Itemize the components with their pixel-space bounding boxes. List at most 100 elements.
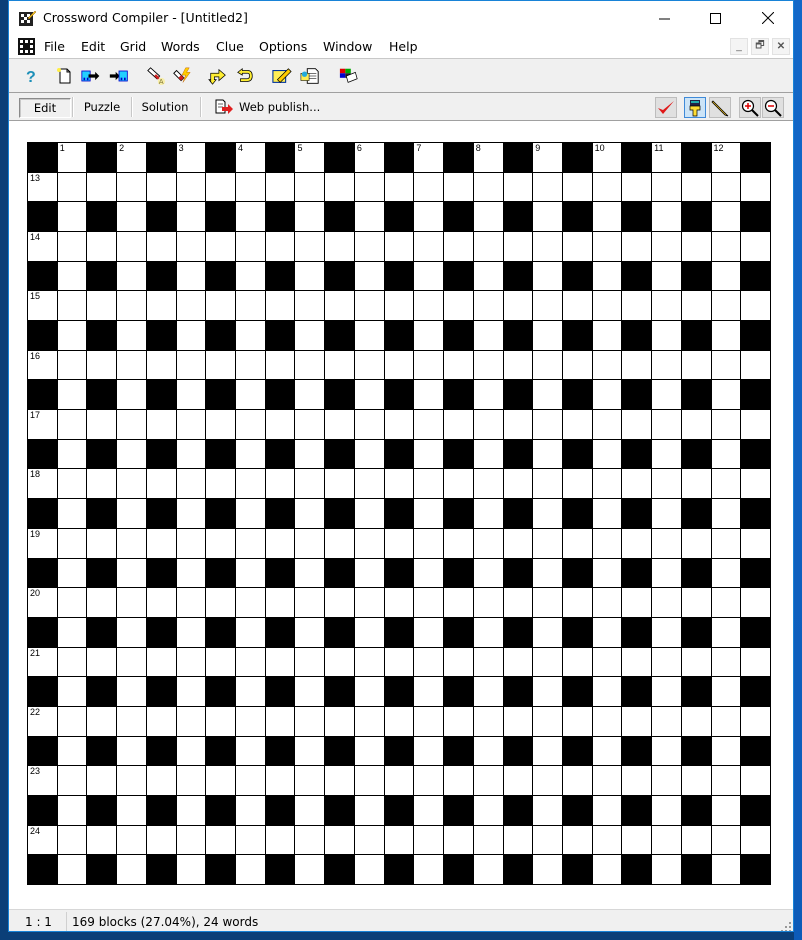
grid-block-cell[interactable] bbox=[325, 439, 354, 469]
grid-cell[interactable]: 18 bbox=[28, 469, 57, 499]
grid-cell[interactable] bbox=[652, 380, 681, 410]
grid-cell[interactable] bbox=[473, 558, 503, 588]
grid-cell[interactable] bbox=[354, 528, 384, 558]
grid-cell[interactable] bbox=[711, 499, 741, 528]
grid-cell[interactable] bbox=[533, 321, 562, 350]
grid-cell[interactable] bbox=[503, 588, 533, 617]
fill-mode-button[interactable] bbox=[684, 97, 706, 118]
grid-cell[interactable] bbox=[384, 766, 414, 795]
grid-cell[interactable] bbox=[57, 410, 87, 439]
grid-cell[interactable] bbox=[592, 202, 622, 232]
grid-block-cell[interactable] bbox=[562, 795, 592, 825]
grid-block-cell[interactable] bbox=[444, 558, 473, 588]
grid-block-cell[interactable] bbox=[206, 321, 236, 350]
grid-block-cell[interactable] bbox=[206, 558, 236, 588]
color-icon[interactable] bbox=[339, 67, 359, 85]
grid-cell[interactable] bbox=[206, 172, 236, 202]
grid-cell[interactable] bbox=[354, 291, 384, 321]
grid-block-cell[interactable] bbox=[384, 677, 414, 706]
grid-cell[interactable] bbox=[117, 558, 146, 588]
grid-cell[interactable] bbox=[57, 825, 87, 855]
grid-cell[interactable] bbox=[681, 706, 711, 736]
grid-cell[interactable] bbox=[206, 291, 236, 321]
grid-cell[interactable] bbox=[146, 350, 176, 380]
grid-cell[interactable] bbox=[592, 528, 622, 558]
grid-cell[interactable] bbox=[325, 291, 354, 321]
grid-cell[interactable] bbox=[592, 410, 622, 439]
grid-cell[interactable] bbox=[444, 291, 473, 321]
grid-cell[interactable]: 8 bbox=[473, 143, 503, 172]
grid-cell[interactable]: 14 bbox=[28, 232, 57, 261]
grid-cell[interactable] bbox=[325, 647, 354, 677]
grid-cell[interactable] bbox=[473, 677, 503, 706]
grid-cell[interactable] bbox=[117, 766, 146, 795]
grid-cell[interactable] bbox=[533, 588, 562, 617]
menu-options[interactable]: Options bbox=[259, 39, 307, 54]
mdi-close-button[interactable]: ✕ bbox=[772, 38, 790, 55]
grid-cell[interactable] bbox=[414, 617, 444, 647]
grid-cell[interactable] bbox=[354, 202, 384, 232]
grid-cell[interactable] bbox=[354, 617, 384, 647]
grid-cell[interactable] bbox=[473, 499, 503, 528]
grid-cell[interactable] bbox=[117, 795, 146, 825]
grid-cell[interactable] bbox=[473, 380, 503, 410]
grid-block-cell[interactable] bbox=[622, 439, 652, 469]
grid-cell[interactable] bbox=[711, 321, 741, 350]
grid-block-cell[interactable] bbox=[622, 321, 652, 350]
grid-cell[interactable] bbox=[236, 528, 265, 558]
grid-block-cell[interactable] bbox=[741, 855, 770, 884]
grid-block-cell[interactable] bbox=[28, 499, 57, 528]
grid-cell[interactable] bbox=[206, 825, 236, 855]
grid-cell[interactable] bbox=[681, 647, 711, 677]
crossword-grid[interactable]: 1 2 3 4 5 6 7 8 9 10 11 12 13 14 15 16 17 18 19 20 21 22 23 24 bbox=[27, 142, 771, 885]
grid-cell[interactable]: 16 bbox=[28, 350, 57, 380]
grid-block-cell[interactable] bbox=[206, 677, 236, 706]
grid-cell[interactable] bbox=[384, 232, 414, 261]
menu-help[interactable]: Help bbox=[389, 39, 418, 54]
grid-block-cell[interactable] bbox=[87, 380, 117, 410]
grid-cell[interactable] bbox=[414, 350, 444, 380]
grid-cell[interactable]: 3 bbox=[176, 143, 206, 172]
import-icon[interactable] bbox=[109, 67, 129, 85]
grid-cell[interactable] bbox=[236, 795, 265, 825]
grid-cell[interactable] bbox=[592, 439, 622, 469]
export-icon[interactable] bbox=[81, 67, 101, 85]
grid-block-cell[interactable] bbox=[562, 202, 592, 232]
grid-cell[interactable] bbox=[146, 172, 176, 202]
grid-cell[interactable] bbox=[473, 855, 503, 884]
grid-cell[interactable] bbox=[503, 766, 533, 795]
grid-cell[interactable] bbox=[652, 291, 681, 321]
grid-block-cell[interactable] bbox=[325, 321, 354, 350]
undo-icon[interactable] bbox=[235, 67, 255, 85]
grid-cell[interactable] bbox=[622, 766, 652, 795]
grid-cell[interactable] bbox=[206, 350, 236, 380]
grid-cell[interactable] bbox=[146, 825, 176, 855]
grid-cell[interactable] bbox=[57, 677, 87, 706]
grid-block-cell[interactable] bbox=[681, 736, 711, 766]
grid-cell[interactable] bbox=[444, 172, 473, 202]
grid-block-cell[interactable] bbox=[206, 439, 236, 469]
grid-cell[interactable] bbox=[354, 558, 384, 588]
grid-cell[interactable] bbox=[681, 528, 711, 558]
grid-block-cell[interactable] bbox=[87, 439, 117, 469]
grid-cell[interactable] bbox=[592, 647, 622, 677]
grid-cell[interactable] bbox=[562, 647, 592, 677]
grid-cell[interactable] bbox=[117, 528, 146, 558]
grid-block-cell[interactable] bbox=[146, 795, 176, 825]
grid-block-cell[interactable] bbox=[503, 143, 533, 172]
grid-block-cell[interactable] bbox=[444, 202, 473, 232]
grid-cell[interactable] bbox=[711, 469, 741, 499]
grid-cell[interactable] bbox=[562, 706, 592, 736]
grid-cell[interactable] bbox=[652, 736, 681, 766]
grid-cell[interactable] bbox=[87, 469, 117, 499]
grid-cell[interactable]: 23 bbox=[28, 766, 57, 795]
grid-cell[interactable] bbox=[295, 410, 325, 439]
grid-block-cell[interactable] bbox=[28, 736, 57, 766]
grid-cell[interactable] bbox=[176, 736, 206, 766]
grid-cell[interactable] bbox=[325, 766, 354, 795]
grid-block-cell[interactable] bbox=[206, 380, 236, 410]
grid-cell[interactable] bbox=[562, 350, 592, 380]
grid-cell[interactable] bbox=[87, 706, 117, 736]
grid-cell[interactable] bbox=[117, 410, 146, 439]
grid-block-cell[interactable] bbox=[384, 736, 414, 766]
